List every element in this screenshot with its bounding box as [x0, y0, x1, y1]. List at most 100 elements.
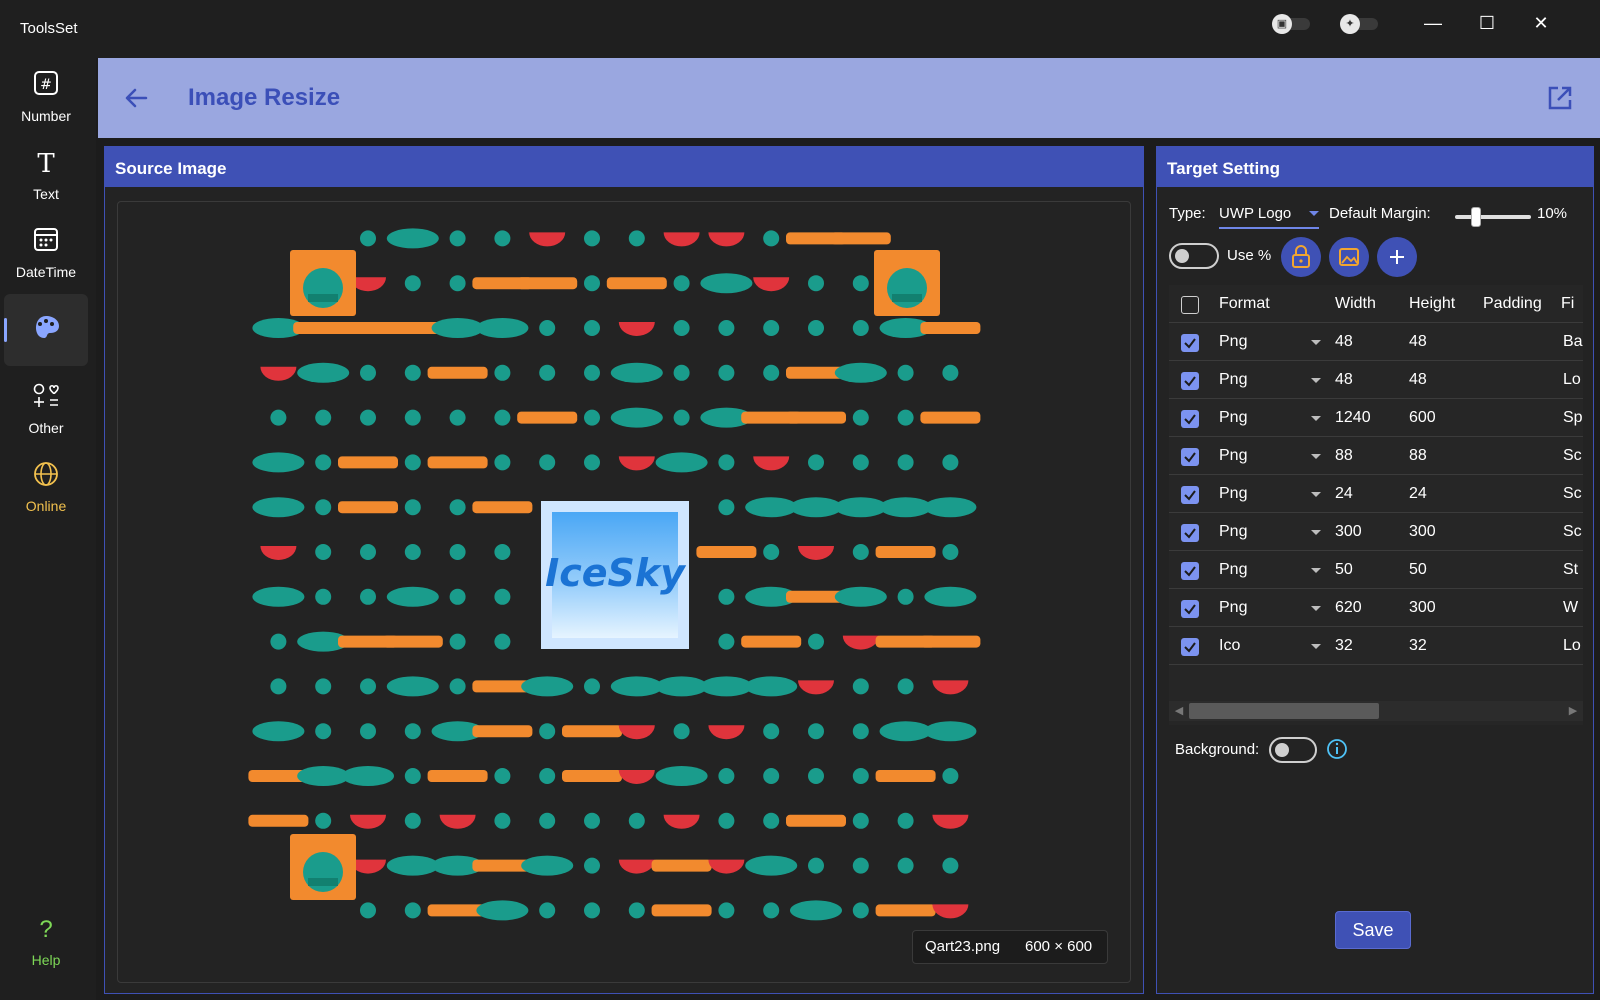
format-cell[interactable]: Png — [1219, 333, 1247, 351]
width-cell[interactable]: 88 — [1335, 447, 1353, 465]
chevron-down-icon[interactable] — [1311, 378, 1321, 383]
format-cell[interactable]: Png — [1219, 561, 1247, 579]
row-checkbox[interactable] — [1181, 448, 1199, 466]
format-cell[interactable]: Png — [1219, 371, 1247, 389]
horizontal-scrollbar[interactable]: ◀ ▶ — [1169, 701, 1583, 721]
height-cell[interactable]: 32 — [1409, 637, 1427, 655]
width-cell[interactable]: 48 — [1335, 333, 1353, 351]
image-preview-frame[interactable]: IceSky Qart23.png 600 × 600 — [117, 201, 1131, 983]
filename-cell[interactable]: Sc — [1563, 485, 1582, 503]
qart-module — [808, 633, 824, 650]
filename-cell[interactable]: Lo — [1563, 371, 1581, 389]
filename-cell[interactable]: W — [1563, 599, 1578, 617]
add-button[interactable] — [1377, 237, 1417, 277]
row-checkbox[interactable] — [1181, 638, 1199, 656]
background-toggle[interactable] — [1269, 737, 1317, 763]
width-cell[interactable]: 300 — [1335, 523, 1362, 541]
height-cell[interactable]: 300 — [1409, 523, 1436, 541]
width-cell[interactable]: 620 — [1335, 599, 1362, 617]
target-size-table: Format Width Height Padding Fi Png 48 48 Ba… — [1169, 285, 1583, 725]
table-row[interactable]: Png 88 88 Sc — [1169, 437, 1583, 475]
chevron-down-icon[interactable] — [1311, 568, 1321, 573]
sidebar-item-number[interactable]: # Number — [4, 60, 88, 132]
row-checkbox[interactable] — [1181, 372, 1199, 390]
qart-module — [655, 452, 708, 473]
filename-cell[interactable]: Sc — [1563, 523, 1582, 541]
chevron-down-icon[interactable] — [1311, 606, 1321, 611]
select-all-checkbox[interactable] — [1181, 296, 1199, 314]
filename-cell[interactable]: Sc — [1563, 447, 1582, 465]
qart-module — [852, 812, 869, 829]
qart-module — [897, 678, 914, 695]
width-cell[interactable]: 50 — [1335, 561, 1353, 579]
height-cell[interactable]: 88 — [1409, 447, 1427, 465]
qart-module — [628, 902, 645, 919]
chevron-down-icon[interactable] — [1311, 340, 1321, 345]
filename-cell[interactable]: Sp — [1563, 409, 1583, 427]
height-cell[interactable]: 50 — [1409, 561, 1427, 579]
filename-cell[interactable]: St — [1563, 561, 1578, 579]
pin-toggle[interactable]: ✦ — [1340, 12, 1380, 34]
row-checkbox[interactable] — [1181, 410, 1199, 428]
filename-cell[interactable]: Ba — [1563, 333, 1583, 351]
use-percent-toggle[interactable] — [1169, 243, 1219, 269]
format-cell[interactable]: Png — [1219, 599, 1247, 617]
row-checkbox[interactable] — [1181, 600, 1199, 618]
scroll-left-icon[interactable]: ◀ — [1171, 703, 1187, 719]
sidebar-item-other[interactable]: Other — [4, 372, 88, 444]
width-cell[interactable]: 48 — [1335, 371, 1353, 389]
minimize-button[interactable]: — — [1410, 8, 1456, 38]
slider-thumb[interactable] — [1471, 207, 1481, 227]
chevron-down-icon[interactable] — [1311, 644, 1321, 649]
sidebar-item-text[interactable]: T Text — [4, 138, 88, 210]
lock-button[interactable] — [1281, 237, 1321, 277]
table-row[interactable]: Png 620 300 W — [1169, 589, 1583, 627]
height-cell[interactable]: 600 — [1409, 409, 1436, 427]
scroll-right-icon[interactable]: ▶ — [1565, 703, 1581, 719]
width-cell[interactable]: 32 — [1335, 637, 1353, 655]
row-checkbox[interactable] — [1181, 562, 1199, 580]
table-row[interactable]: Png 24 24 Sc — [1169, 475, 1583, 513]
filename-cell[interactable]: Lo — [1563, 637, 1581, 655]
image-button[interactable] — [1329, 237, 1369, 277]
sidebar-item-datetime[interactable]: DateTime — [4, 216, 88, 288]
height-cell[interactable]: 300 — [1409, 599, 1436, 617]
format-cell[interactable]: Png — [1219, 447, 1247, 465]
type-dropdown[interactable]: UWP Logo — [1219, 201, 1319, 229]
chevron-down-icon[interactable] — [1311, 454, 1321, 459]
table-row[interactable]: Png 50 50 St — [1169, 551, 1583, 589]
format-cell[interactable]: Png — [1219, 523, 1247, 541]
table-row[interactable]: Png 300 300 Sc — [1169, 513, 1583, 551]
default-margin-slider[interactable] — [1455, 207, 1531, 227]
sidebar-item-image[interactable] — [4, 294, 88, 366]
height-cell[interactable]: 24 — [1409, 485, 1427, 503]
height-cell[interactable]: 48 — [1409, 371, 1427, 389]
compact-overlay-toggle[interactable]: ▣ — [1272, 12, 1312, 34]
qart-module — [472, 501, 533, 514]
row-checkbox[interactable] — [1181, 524, 1199, 542]
table-row[interactable]: Png 1240 600 Sp — [1169, 399, 1583, 437]
height-cell[interactable]: 48 — [1409, 333, 1427, 351]
chevron-down-icon[interactable] — [1311, 416, 1321, 421]
info-icon[interactable] — [1325, 737, 1349, 761]
format-cell[interactable]: Png — [1219, 409, 1247, 427]
table-row[interactable]: Png 48 48 Ba — [1169, 323, 1583, 361]
format-cell[interactable]: Ico — [1219, 637, 1240, 655]
table-row[interactable]: Ico 32 32 Lo — [1169, 627, 1583, 665]
help-button[interactable]: ? Help — [4, 910, 88, 982]
table-row[interactable]: Png 48 48 Lo — [1169, 361, 1583, 399]
open-external-icon[interactable] — [1546, 84, 1574, 112]
sidebar-item-online[interactable]: Online — [4, 450, 88, 522]
save-button[interactable]: Save — [1335, 911, 1411, 949]
scrollbar-thumb[interactable] — [1189, 703, 1379, 719]
chevron-down-icon[interactable] — [1311, 492, 1321, 497]
back-arrow-icon[interactable] — [120, 82, 152, 114]
width-cell[interactable]: 24 — [1335, 485, 1353, 503]
width-cell[interactable]: 1240 — [1335, 409, 1371, 427]
row-checkbox[interactable] — [1181, 334, 1199, 352]
chevron-down-icon[interactable] — [1311, 530, 1321, 535]
format-cell[interactable]: Png — [1219, 485, 1247, 503]
maximize-button[interactable]: ☐ — [1464, 8, 1510, 38]
row-checkbox[interactable] — [1181, 486, 1199, 504]
close-button[interactable]: ✕ — [1518, 8, 1564, 38]
